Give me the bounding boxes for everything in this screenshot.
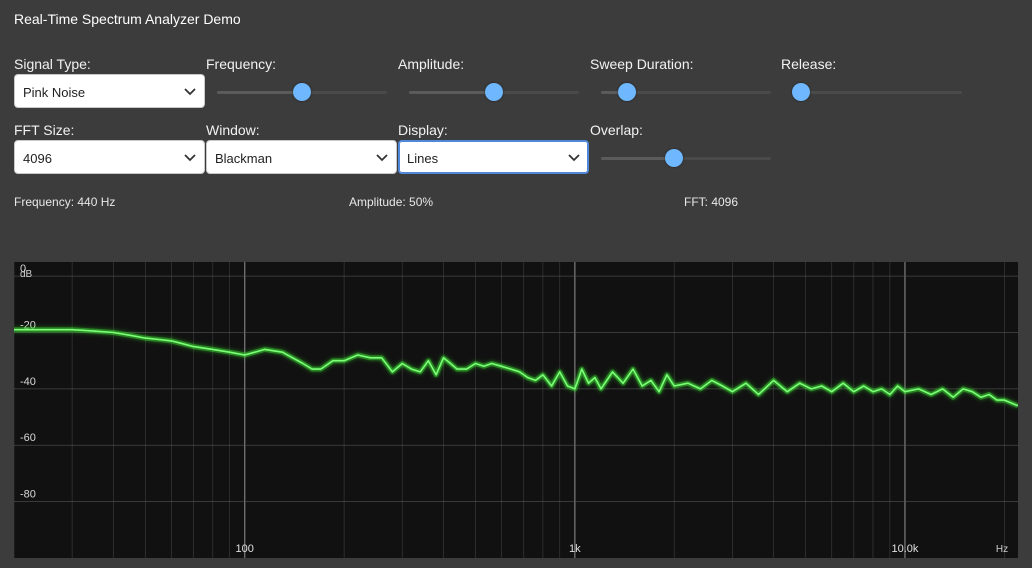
release-slider[interactable] xyxy=(791,82,962,102)
amplitude-slider[interactable] xyxy=(409,82,579,102)
chevron-down-icon xyxy=(184,154,196,162)
release-slider-thumb[interactable] xyxy=(791,83,810,101)
window-value: Blackman xyxy=(215,151,273,166)
amplitude-slider-fill xyxy=(409,91,494,94)
release-label: Release: xyxy=(781,56,837,72)
grid-lines xyxy=(14,262,1018,558)
signal-type-label: Signal Type: xyxy=(14,56,91,72)
sweep-duration-slider[interactable] xyxy=(601,82,771,102)
y-tick-label: -80 xyxy=(20,489,36,501)
window-label: Window: xyxy=(206,122,260,138)
display-value: Lines xyxy=(407,151,439,166)
overlap-label: Overlap: xyxy=(590,122,643,138)
frequency-slider-fill xyxy=(217,91,302,94)
amplitude-slider-thumb[interactable] xyxy=(485,83,503,101)
signal-type-select[interactable]: Pink Noise xyxy=(14,74,205,108)
window-select[interactable]: Blackman xyxy=(206,140,397,174)
status-frequency: Frequency: 440 Hz xyxy=(14,195,116,209)
fft-size-label: FFT Size: xyxy=(14,122,75,138)
x-tick-label: 100 xyxy=(236,543,254,555)
chevron-down-icon xyxy=(184,88,196,96)
overlap-slider-thumb[interactable] xyxy=(665,149,684,167)
status-fft: FFT: 4096 xyxy=(684,195,739,209)
spectrum-line-glow xyxy=(14,327,1018,409)
series-layer xyxy=(14,327,1018,409)
display-label: Display: xyxy=(398,122,448,138)
sweep-duration-slider-thumb[interactable] xyxy=(617,83,636,101)
status-amplitude: Amplitude: 50% xyxy=(349,195,434,209)
fft-size-value: 4096 xyxy=(23,151,52,166)
release-slider-track xyxy=(792,91,962,94)
spectrum-plot: 0-20-40-60-80dB100 1k 10.0k Hz xyxy=(14,262,1018,558)
frequency-label: Frequency: xyxy=(206,56,277,72)
y-tick-label: -40 xyxy=(20,376,36,388)
sweep-duration-label: Sweep Duration: xyxy=(590,56,694,72)
y-tick-label: -60 xyxy=(20,432,36,444)
x-axis-label: Hz xyxy=(996,544,1008,555)
amplitude-label: Amplitude: xyxy=(398,56,465,72)
axis-labels: 0-20-40-60-80dB100 1k 10.0k Hz xyxy=(20,263,1008,555)
spectrum-chart: 0 -20 -40 -60 -80 dB 100 1k 10.0k Hz xyxy=(14,262,1018,558)
signal-type-value: Pink Noise xyxy=(23,85,86,100)
chevron-down-icon xyxy=(568,154,580,162)
frequency-slider-thumb[interactable] xyxy=(293,83,311,101)
app-title: Real-Time Spectrum Analyzer Demo xyxy=(14,11,241,27)
overlap-slider-fill xyxy=(601,157,675,160)
overlap-slider[interactable] xyxy=(601,148,771,168)
x-tick-label: 10.0k xyxy=(892,543,919,555)
display-select[interactable]: Lines xyxy=(398,140,589,174)
chevron-down-icon xyxy=(376,154,388,162)
frequency-slider[interactable] xyxy=(217,82,387,102)
x-tick-label: 1k xyxy=(569,543,581,555)
fft-size-select[interactable]: 4096 xyxy=(14,140,205,174)
y-axis-label: dB xyxy=(20,269,33,280)
